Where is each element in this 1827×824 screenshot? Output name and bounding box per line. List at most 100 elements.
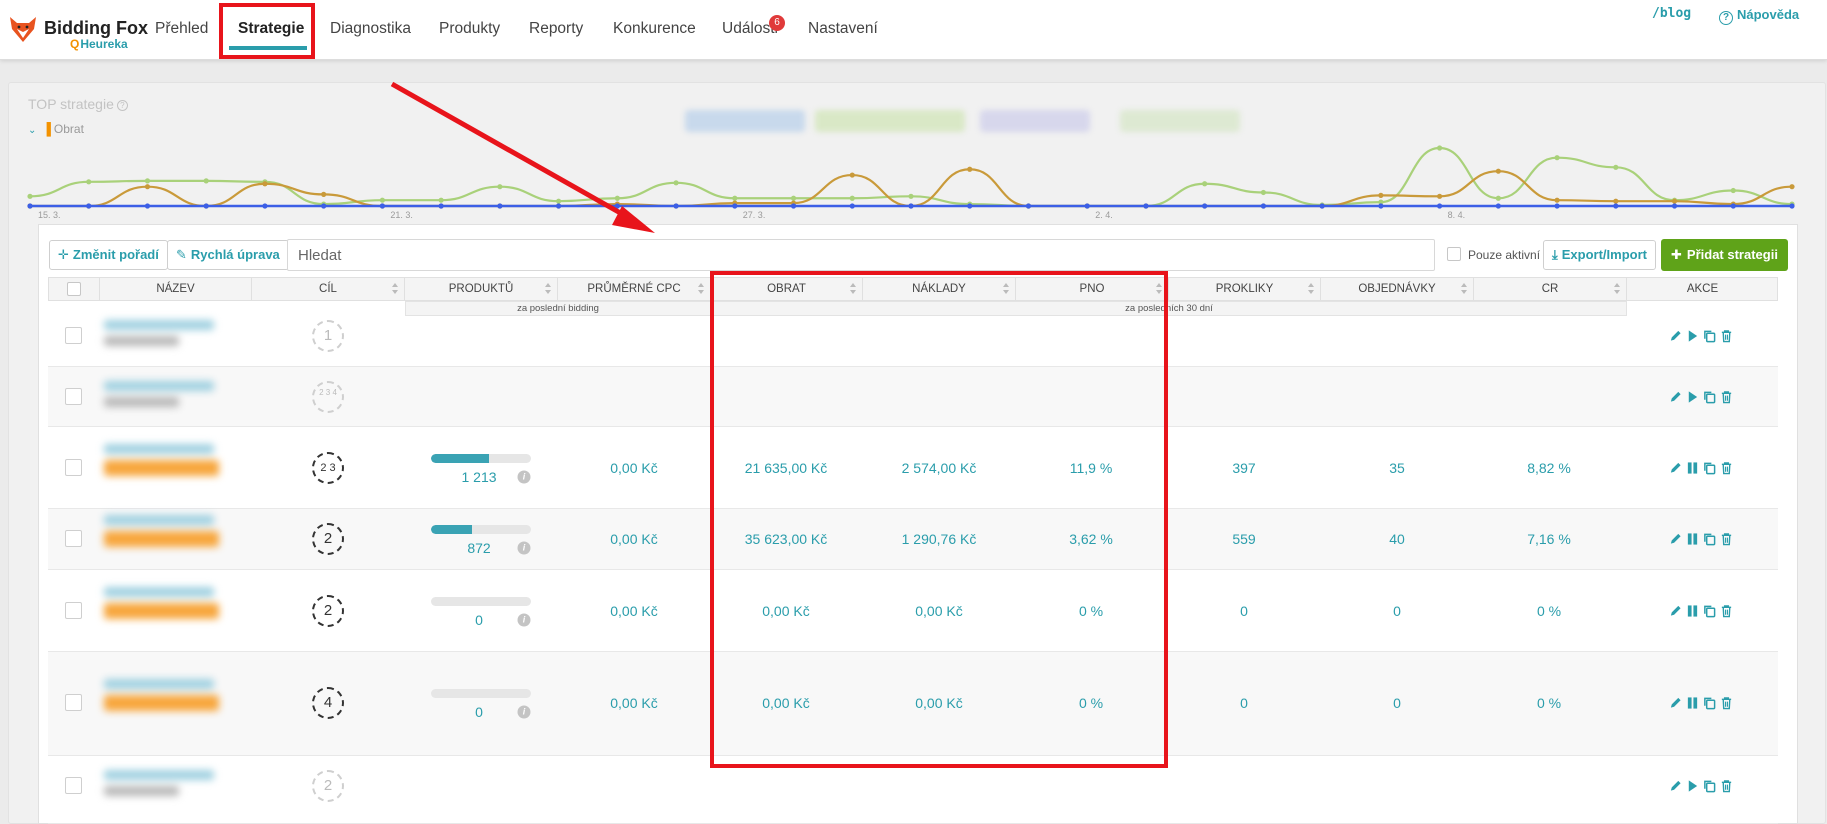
column-header-produktu[interactable]: PRODUKTŮ: [405, 277, 558, 301]
row-checkbox[interactable]: [65, 602, 82, 619]
pause-icon[interactable]: [1686, 604, 1699, 618]
chart-data-point[interactable]: [203, 178, 209, 184]
trash-icon[interactable]: [1720, 604, 1733, 618]
chart-data-point[interactable]: [790, 195, 797, 201]
pencil-icon[interactable]: [1669, 696, 1682, 710]
chart-data-point[interactable]: [673, 180, 679, 186]
chart-data-point[interactable]: [673, 203, 679, 209]
chart-data-point[interactable]: [1260, 189, 1266, 196]
info-icon[interactable]: i: [517, 470, 531, 484]
copy-icon[interactable]: [1703, 532, 1716, 546]
pencil-icon[interactable]: [1669, 329, 1682, 343]
row-checkbox[interactable]: [65, 327, 82, 344]
chart-data-point[interactable]: [1025, 203, 1032, 209]
quick-edit-button[interactable]: ✎ Rychlá úprava: [167, 240, 289, 270]
strategy-name-blurred[interactable]: [104, 320, 254, 352]
export-import-button[interactable]: ⤓ Export/Import: [1543, 240, 1656, 270]
chart-data-point[interactable]: [1437, 203, 1443, 209]
products-count[interactable]: 0: [475, 612, 483, 628]
products-count[interactable]: 872: [467, 540, 490, 556]
chart-data-point[interactable]: [1789, 203, 1795, 209]
nav-item-konkurence[interactable]: Konkurence: [613, 20, 696, 38]
strategy-name-blurred[interactable]: [104, 770, 254, 802]
chart-data-point[interactable]: [732, 203, 738, 209]
chart-data-point[interactable]: [1789, 184, 1795, 190]
trash-icon[interactable]: [1720, 390, 1733, 404]
chart-data-point[interactable]: [144, 178, 151, 184]
chart-data-point[interactable]: [379, 203, 385, 209]
chart-data-point[interactable]: [1202, 181, 1208, 187]
strategy-name-blurred[interactable]: [104, 444, 254, 476]
strategy-name-blurred[interactable]: [104, 679, 254, 711]
pencil-icon[interactable]: [1669, 461, 1682, 475]
chart-data-point[interactable]: [86, 203, 92, 209]
copy-icon[interactable]: [1703, 390, 1716, 404]
trash-icon[interactable]: [1720, 461, 1733, 475]
chart-data-point[interactable]: [1730, 203, 1736, 209]
pause-icon[interactable]: [1686, 461, 1699, 475]
chart-data-point[interactable]: [1613, 164, 1619, 170]
legend-item-blurred[interactable]: [685, 110, 805, 132]
column-header-objednavky[interactable]: OBJEDNÁVKY: [1321, 277, 1474, 301]
chart-data-point[interactable]: [1613, 198, 1619, 204]
row-checkbox[interactable]: [65, 777, 82, 794]
chart-data-point[interactable]: [1495, 195, 1501, 201]
chart-data-point[interactable]: [497, 184, 503, 190]
products-count[interactable]: 1 213: [461, 469, 496, 485]
info-icon[interactable]: i: [517, 613, 531, 627]
chart-data-point[interactable]: [1671, 203, 1678, 209]
reorder-button[interactable]: ✛ Změnit pořadí: [49, 240, 168, 270]
copy-icon[interactable]: [1703, 779, 1716, 793]
chart-data-point[interactable]: [262, 203, 268, 209]
only-active-filter[interactable]: Pouze aktivní: [1447, 247, 1540, 262]
products-count[interactable]: 0: [475, 704, 483, 720]
nav-item-produkty[interactable]: Produkty: [439, 20, 500, 38]
chart-data-point[interactable]: [262, 181, 268, 187]
strategy-name-blurred[interactable]: [104, 381, 254, 413]
chart-data-point[interactable]: [438, 197, 444, 203]
chart-data-point[interactable]: [1730, 187, 1736, 194]
pencil-icon[interactable]: [1669, 532, 1682, 546]
chart-data-point[interactable]: [1319, 203, 1325, 209]
chart-data-point[interactable]: [1378, 192, 1384, 198]
chart-data-point[interactable]: [556, 198, 562, 204]
row-checkbox[interactable]: [65, 388, 82, 405]
copy-icon[interactable]: [1703, 461, 1716, 475]
strategy-name-blurred[interactable]: [104, 587, 254, 619]
chart-data-point[interactable]: [849, 172, 855, 178]
column-header-prokliky[interactable]: PROKLIKY: [1169, 277, 1321, 301]
chart-help-icon[interactable]: ?: [116, 100, 128, 111]
add-strategy-button[interactable]: ✚ Přidat strategii: [1661, 239, 1788, 271]
chart-data-point[interactable]: [1378, 203, 1384, 209]
pencil-icon[interactable]: [1669, 390, 1682, 404]
nav-item-diagnostika[interactable]: Diagnostika: [330, 20, 411, 38]
copy-icon[interactable]: [1703, 604, 1716, 618]
chart-data-point[interactable]: [908, 193, 914, 199]
row-checkbox[interactable]: [65, 694, 82, 711]
copy-icon[interactable]: [1703, 696, 1716, 710]
info-icon[interactable]: i: [517, 705, 531, 719]
nav-item-reporty[interactable]: Reporty: [529, 20, 583, 38]
trash-icon[interactable]: [1720, 696, 1733, 710]
column-header-cr[interactable]: CR: [1474, 277, 1627, 301]
chart-data-point[interactable]: [1613, 203, 1619, 209]
only-active-checkbox[interactable]: [1447, 247, 1461, 261]
column-header-cil[interactable]: CÍL: [252, 277, 405, 301]
chart-metric-toggle[interactable]: ⌄ ▐ Obrat: [28, 122, 84, 136]
info-icon[interactable]: i: [517, 541, 531, 555]
pencil-icon[interactable]: [1669, 604, 1682, 618]
chart-data-point[interactable]: [732, 195, 738, 201]
chart-data-point[interactable]: [1437, 193, 1443, 199]
chart-data-point[interactable]: [1260, 203, 1266, 209]
chart-data-point[interactable]: [438, 203, 444, 209]
chart-data-point[interactable]: [849, 195, 855, 201]
chart-data-point[interactable]: [1437, 145, 1443, 151]
help-link[interactable]: ? Nápověda: [1719, 7, 1799, 25]
chart-data-point[interactable]: [1495, 168, 1501, 174]
chart-data-point[interactable]: [967, 203, 973, 209]
chart-data-point[interactable]: [1671, 198, 1678, 204]
copy-icon[interactable]: [1703, 329, 1716, 343]
chart-data-point[interactable]: [379, 197, 385, 203]
pause-icon[interactable]: [1686, 532, 1699, 546]
play-icon[interactable]: [1686, 390, 1699, 404]
